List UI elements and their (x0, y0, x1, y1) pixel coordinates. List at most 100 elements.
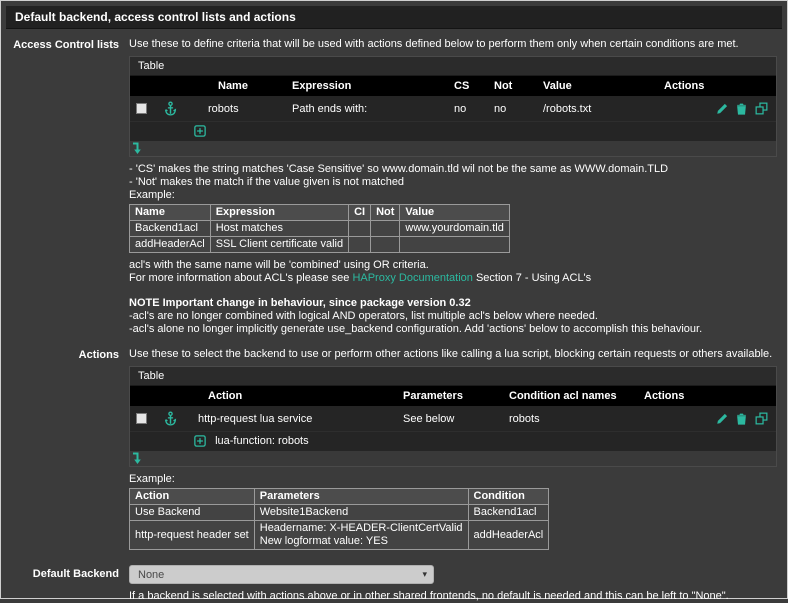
default-backend-form-row: Default Backend None ▾ If a backend is s… (1, 564, 777, 603)
acl-header-checkbox-spacer (130, 76, 158, 96)
actions-example-param-line2: New logformat value: YES (260, 535, 463, 548)
actions-example-header-action: Action (130, 489, 255, 505)
actions-row-condition: robots (503, 406, 638, 432)
acl-example-cell (371, 237, 400, 253)
actions-header-parameters: Parameters (393, 386, 503, 406)
section-title: Default backend, access control lists an… (6, 6, 782, 29)
actions-header-checkbox-spacer (130, 386, 158, 406)
acl-example-cell (400, 237, 509, 253)
acl-row-value: /robots.txt (533, 96, 658, 122)
actions-header-anchor-spacer (158, 386, 188, 406)
acl-header-cs: CS (448, 76, 488, 96)
default-backend-selected-value: None (138, 569, 422, 581)
haproxy-documentation-link[interactable]: HAProxy Documentation (352, 272, 472, 284)
default-backend-help: If a backend is selected with actions ab… (129, 590, 777, 603)
acl-table-header-row: Name Expression CS Not Value Actions (130, 76, 776, 96)
anchor-icon[interactable] (164, 101, 177, 116)
acl-example-header-row: Name Expression CI Not Value (130, 205, 510, 221)
acl-example-cell (349, 221, 371, 237)
actions-row-checkbox[interactable] (136, 413, 147, 424)
actions-table-row: http-request lua service See below robot… (130, 406, 776, 432)
acl-example-header-value: Value (400, 205, 509, 221)
acl-row-cs: no (448, 96, 488, 122)
acl-example-label: Example: (129, 189, 777, 202)
actions-example-row: http-request header set Headername: X-HE… (130, 521, 549, 550)
acl-behaviour-note-title: NOTE Important change in behaviour, sinc… (129, 297, 777, 310)
acl-example-cell (349, 237, 371, 253)
acl-example-table: Name Expression CI Not Value Backend1acl… (129, 204, 510, 253)
actions-example-param-line1: Headername: X-HEADER-ClientCertValid (260, 522, 463, 535)
acl-form-row: Access Control lists Use these to define… (1, 38, 777, 336)
acl-doc-line: For more information about ACL's please … (129, 272, 777, 285)
actions-row-action: http-request lua service (188, 406, 393, 432)
acl-note-cs: - 'CS' makes the string matches 'Case Se… (129, 163, 777, 176)
acl-header-value: Value (533, 76, 658, 96)
actions-example-cell: Backend1acl (468, 505, 549, 521)
acl-or-note: acl's with the same name will be 'combin… (129, 259, 777, 272)
acl-example-row: addHeaderAcl SSL Client certificate vali… (130, 237, 510, 253)
actions-table-panel: Table Action Parameters Condition acl na… (129, 366, 777, 467)
actions-example-cell: Headername: X-HEADER-ClientCertValid New… (254, 521, 468, 550)
acl-row-expression: Path ends with: (278, 96, 448, 122)
delete-trash-icon[interactable] (736, 103, 747, 115)
acl-table-panel: Table Name Expression CS (129, 56, 777, 157)
actions-row-parameters: See below (393, 406, 503, 432)
acl-example-row: Backend1acl Host matches www.yourdomain.… (130, 221, 510, 237)
actions-example-label: Example: (129, 473, 777, 486)
acl-example-cell: www.yourdomain.tld (400, 221, 509, 237)
acl-doc-suffix: Section 7 - Using ACL's (473, 272, 591, 284)
actions-table-subrow: lua-function: robots (130, 432, 776, 452)
actions-example-cell: http-request header set (130, 521, 255, 550)
actions-header-condition: Condition acl names (503, 386, 638, 406)
acl-example-cell: addHeaderAcl (130, 237, 211, 253)
delete-trash-icon[interactable] (736, 413, 747, 425)
anchor-icon[interactable] (164, 411, 177, 426)
actions-example-header-condition: Condition (468, 489, 549, 505)
acl-row-checkbox[interactable] (136, 103, 147, 114)
acl-table-subrow (130, 122, 776, 142)
actions-example-header-row: Action Parameters Condition (130, 489, 549, 505)
haproxy-frontend-settings-page: { "title": "Default backend, access cont… (0, 0, 788, 599)
edit-pencil-icon[interactable] (716, 413, 728, 425)
acl-table-row: robots Path ends with: no no /robots.txt (130, 96, 776, 122)
acl-example-cell: Host matches (210, 221, 348, 237)
actions-header-action: Action (188, 386, 393, 406)
add-row-level-down-arrow-icon[interactable] (132, 142, 143, 155)
copy-clone-icon[interactable] (755, 412, 768, 425)
add-row-level-down-arrow-icon[interactable] (132, 452, 143, 465)
actions-form-row: Actions Use these to select the backend … (1, 348, 777, 550)
copy-clone-icon[interactable] (755, 102, 768, 115)
actions-panel-title: Table (130, 367, 776, 386)
actions-header-actions: Actions (638, 386, 776, 406)
acl-row-not: no (488, 96, 533, 122)
acl-example-cell: Backend1acl (130, 221, 211, 237)
acl-note-not: - 'Not' makes the match if the value giv… (129, 176, 777, 189)
expand-plus-box-icon[interactable] (194, 125, 206, 137)
expand-plus-box-icon[interactable] (194, 435, 206, 447)
acl-header-expression: Expression (278, 76, 448, 96)
acl-behaviour-note-line: -acl's alone no longer implicitly genera… (129, 323, 777, 336)
acl-table: Name Expression CS Not Value Actions (130, 76, 776, 141)
actions-table: Action Parameters Condition acl names Ac… (130, 386, 776, 451)
chevron-down-icon: ▾ (422, 569, 427, 580)
actions-label: Actions (1, 348, 129, 550)
acl-example-header-expression: Expression (210, 205, 348, 221)
acl-behaviour-note-line: -acl's are no longer combined with logic… (129, 310, 777, 323)
acl-header-anchor-spacer (158, 76, 188, 96)
acl-header-actions: Actions (658, 76, 776, 96)
actions-table-footer (130, 451, 776, 466)
default-backend-select[interactable]: None ▾ (129, 565, 434, 584)
acl-example-cell (371, 221, 400, 237)
acl-example-header-name: Name (130, 205, 211, 221)
edit-pencil-icon[interactable] (716, 103, 728, 115)
acl-table-footer (130, 141, 776, 156)
actions-example-table: Action Parameters Condition Use Backend … (129, 488, 549, 550)
actions-example-cell: Use Backend (130, 505, 255, 521)
actions-help-text: Use these to select the backend to use o… (129, 348, 777, 361)
acl-example-header-ci: CI (349, 205, 371, 221)
actions-example-cell: Website1Backend (254, 505, 468, 521)
acl-example-header-not: Not (371, 205, 400, 221)
actions-row-detail: lua-function: robots (215, 435, 309, 447)
actions-example-header-parameters: Parameters (254, 489, 468, 505)
acl-row-name: robots (188, 96, 278, 122)
